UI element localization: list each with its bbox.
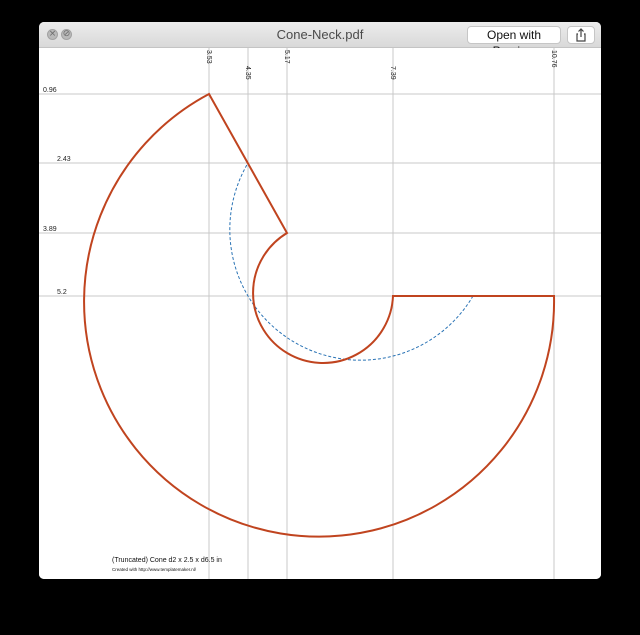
pdf-page: 3.53 4.35 5.17 7.39 10.76 0.96 2.43 3.89…: [39, 48, 601, 579]
x-mark-label: 10.76: [550, 50, 557, 68]
x-mark-label: 5.17: [283, 50, 290, 64]
x-mark-label: 7.39: [389, 66, 396, 80]
template-caption: (Truncated) Cone d2 x 2.5 x d6.5 in: [112, 557, 222, 564]
y-mark-label: 0.96: [43, 87, 57, 94]
title-bar: × ⊘ Cone-Neck.pdf Open with Preview: [39, 22, 601, 58]
y-mark-label: 5.2: [57, 289, 67, 296]
y-mark-label: 3.89: [43, 226, 57, 233]
cut-outline: [83, 92, 556, 538]
fold-line: [229, 162, 474, 361]
share-icon: [576, 28, 586, 42]
guide-lines: [39, 48, 601, 579]
y-mark-label: 2.43: [57, 156, 71, 163]
open-with-preview-button[interactable]: Open with Preview: [467, 26, 561, 58]
x-mark-label: 3.53: [205, 50, 212, 64]
share-button[interactable]: [567, 26, 595, 44]
cone-template-drawing: 3.53 4.35 5.17 7.39 10.76 0.96 2.43 3.89…: [39, 48, 601, 579]
preview-window: × ⊘ Cone-Neck.pdf Open with Preview: [39, 22, 601, 579]
x-mark-label: 4.35: [244, 66, 251, 80]
template-credit: Created with http://www.templatemaker.nl…: [112, 567, 197, 572]
